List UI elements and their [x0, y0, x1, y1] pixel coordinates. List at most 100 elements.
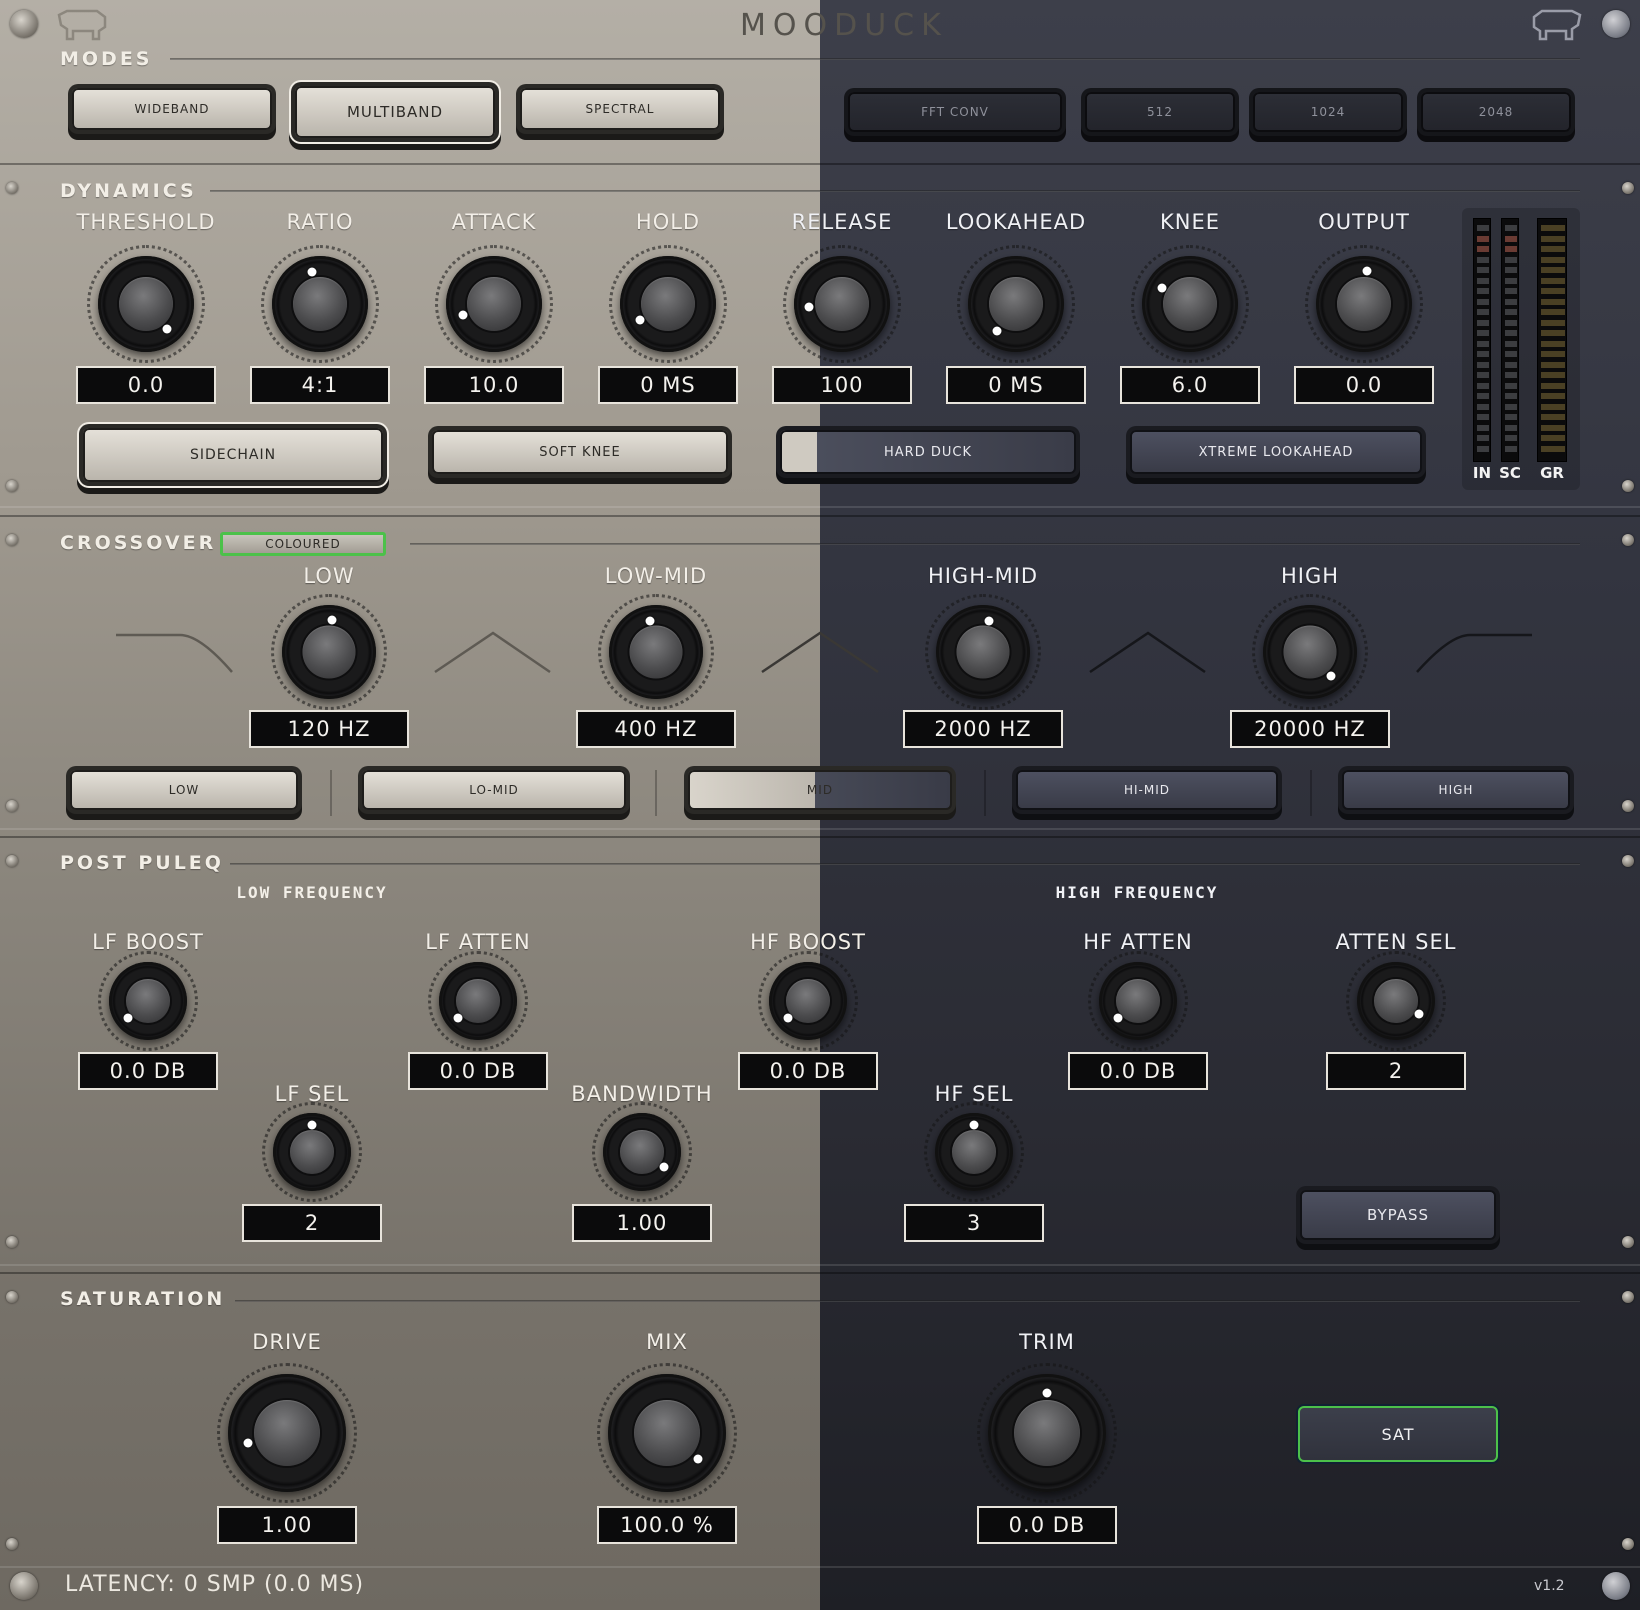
attack-knob[interactable]	[435, 245, 553, 363]
meter-segment	[1505, 319, 1517, 326]
lf-sel-knob[interactable]	[262, 1102, 362, 1202]
hold-knob[interactable]	[609, 245, 727, 363]
output-knob[interactable]	[1305, 245, 1423, 363]
meter-segment	[1505, 246, 1517, 252]
lf-atten-value[interactable]: 0.0 DB	[408, 1052, 548, 1090]
meter-sc-label: SC	[1499, 464, 1521, 482]
hf-boost-knob[interactable]	[758, 951, 858, 1051]
attack-label: ATTACK	[451, 210, 537, 234]
lf-boost-knob[interactable]	[98, 951, 198, 1051]
meter-segment	[1477, 382, 1489, 389]
sat-button[interactable]: SAT	[1298, 1406, 1498, 1462]
ratio-knob[interactable]	[261, 245, 379, 363]
meter-segment	[1505, 340, 1517, 347]
lf-boost-value[interactable]: 0.0 DB	[78, 1052, 218, 1090]
meter-segment	[1505, 309, 1517, 315]
attack-value[interactable]: 10.0	[424, 366, 564, 404]
lookahead-value[interactable]: 0 MS	[946, 366, 1086, 404]
screw-icon	[6, 855, 18, 867]
hf-boost-value[interactable]: 0.0 DB	[738, 1052, 878, 1090]
sidechain-meter	[1501, 218, 1519, 462]
meter-segment	[1541, 382, 1565, 389]
knob-indicator-dot	[645, 616, 655, 626]
crossover-divider	[410, 543, 1580, 545]
release-knob[interactable]	[783, 245, 901, 363]
meter-segment	[1477, 414, 1489, 420]
xo-high-mid-knob[interactable]	[925, 594, 1041, 710]
atten-sel-value[interactable]: 2	[1326, 1052, 1466, 1090]
fft-button-fft-conv[interactable]: FFT CONV	[848, 92, 1062, 132]
toggle-sidechain[interactable]: SIDECHAIN	[83, 428, 383, 482]
xo-low-mid-knob[interactable]	[598, 594, 714, 710]
bandwidth-knob[interactable]	[592, 1102, 692, 1202]
fft-button-1024[interactable]: 1024	[1253, 92, 1403, 132]
settings-knob-icon[interactable]	[1602, 10, 1630, 38]
lf-atten-knob[interactable]	[428, 951, 528, 1051]
band-button-hi-mid[interactable]: HI-MID	[1016, 770, 1278, 810]
meter-segment	[1477, 288, 1489, 294]
xo-low-knob[interactable]	[271, 594, 387, 710]
release-value[interactable]: 100	[772, 366, 912, 404]
xo-high-mid-value[interactable]: 2000 HZ	[903, 710, 1063, 748]
knob-indicator-dot	[327, 615, 337, 625]
drive-knob[interactable]	[217, 1363, 357, 1503]
knob-cap	[1374, 979, 1418, 1023]
hf-sel-value[interactable]: 3	[904, 1204, 1044, 1242]
toggle-soft-knee[interactable]: SOFT KNEE	[432, 430, 728, 474]
knee-knob[interactable]	[1131, 245, 1249, 363]
screw-icon	[1622, 855, 1634, 867]
xo-high-value[interactable]: 20000 HZ	[1230, 710, 1390, 748]
threshold-value[interactable]: 0.0	[76, 366, 216, 404]
ratio-value[interactable]: 4:1	[250, 366, 390, 404]
meter-segment	[1541, 309, 1565, 315]
band-button-mid[interactable]: MID	[688, 770, 952, 810]
bandwidth-value[interactable]: 1.00	[572, 1204, 712, 1242]
meter-segment	[1541, 403, 1565, 410]
meter-segment	[1477, 424, 1489, 431]
toggle-hard-duck[interactable]: HARD DUCK	[780, 430, 1076, 474]
trim-label: TRIM	[1019, 1330, 1075, 1354]
meter-segment	[1477, 372, 1489, 378]
meter-segment	[1477, 267, 1489, 273]
coloured-toggle[interactable]: COLOURED	[220, 532, 386, 556]
atten-sel-knob[interactable]	[1346, 951, 1446, 1051]
mix-value[interactable]: 100.0 %	[597, 1506, 737, 1544]
fft-button-2048[interactable]: 2048	[1421, 92, 1571, 132]
lookahead-knob[interactable]	[957, 245, 1075, 363]
mode-button-multiband[interactable]: MULTIBAND	[295, 86, 495, 138]
xo-low-value[interactable]: 120 HZ	[249, 710, 409, 748]
lf-sel-value[interactable]: 2	[242, 1204, 382, 1242]
mode-button-wideband[interactable]: WIDEBAND	[72, 88, 272, 130]
meter-segment	[1505, 256, 1517, 263]
hold-value[interactable]: 0 MS	[598, 366, 738, 404]
meter-segment	[1477, 445, 1489, 452]
menu-icon[interactable]	[10, 10, 38, 38]
fft-button-512[interactable]: 512	[1085, 92, 1235, 132]
band-button-low[interactable]: LOW	[70, 770, 298, 810]
mix-knob[interactable]	[597, 1363, 737, 1503]
mode-button-spectral[interactable]: SPECTRAL	[520, 88, 720, 130]
hf-atten-value[interactable]: 0.0 DB	[1068, 1052, 1208, 1090]
hold-label: HOLD	[635, 210, 701, 234]
screw-icon	[6, 1236, 18, 1248]
puleq-title: POST PULEQ	[60, 852, 224, 874]
xo-low-mid-value[interactable]: 400 HZ	[576, 710, 736, 748]
hf-atten-knob[interactable]	[1088, 951, 1188, 1051]
bypass-button[interactable]: BYPASS	[1300, 1190, 1496, 1240]
knob-cap	[629, 625, 683, 679]
meter-segment	[1505, 298, 1517, 305]
toggle-xtreme-lookahead[interactable]: XTREME LOOKAHEAD	[1130, 430, 1422, 474]
output-value[interactable]: 0.0	[1294, 366, 1434, 404]
trim-value[interactable]: 0.0 DB	[977, 1506, 1117, 1544]
xo-high-knob[interactable]	[1252, 594, 1368, 710]
trim-knob[interactable]	[977, 1363, 1117, 1503]
band-button-high[interactable]: HIGH	[1342, 770, 1570, 810]
drive-value[interactable]: 1.00	[217, 1506, 357, 1544]
threshold-knob[interactable]	[87, 245, 205, 363]
hf-sel-knob[interactable]	[924, 1102, 1024, 1202]
meter-segment	[1541, 393, 1565, 399]
meter-segment	[1541, 361, 1565, 368]
knob-indicator-dot	[307, 1120, 317, 1130]
knee-value[interactable]: 6.0	[1120, 366, 1260, 404]
band-button-lo-mid[interactable]: LO-MID	[362, 770, 626, 810]
